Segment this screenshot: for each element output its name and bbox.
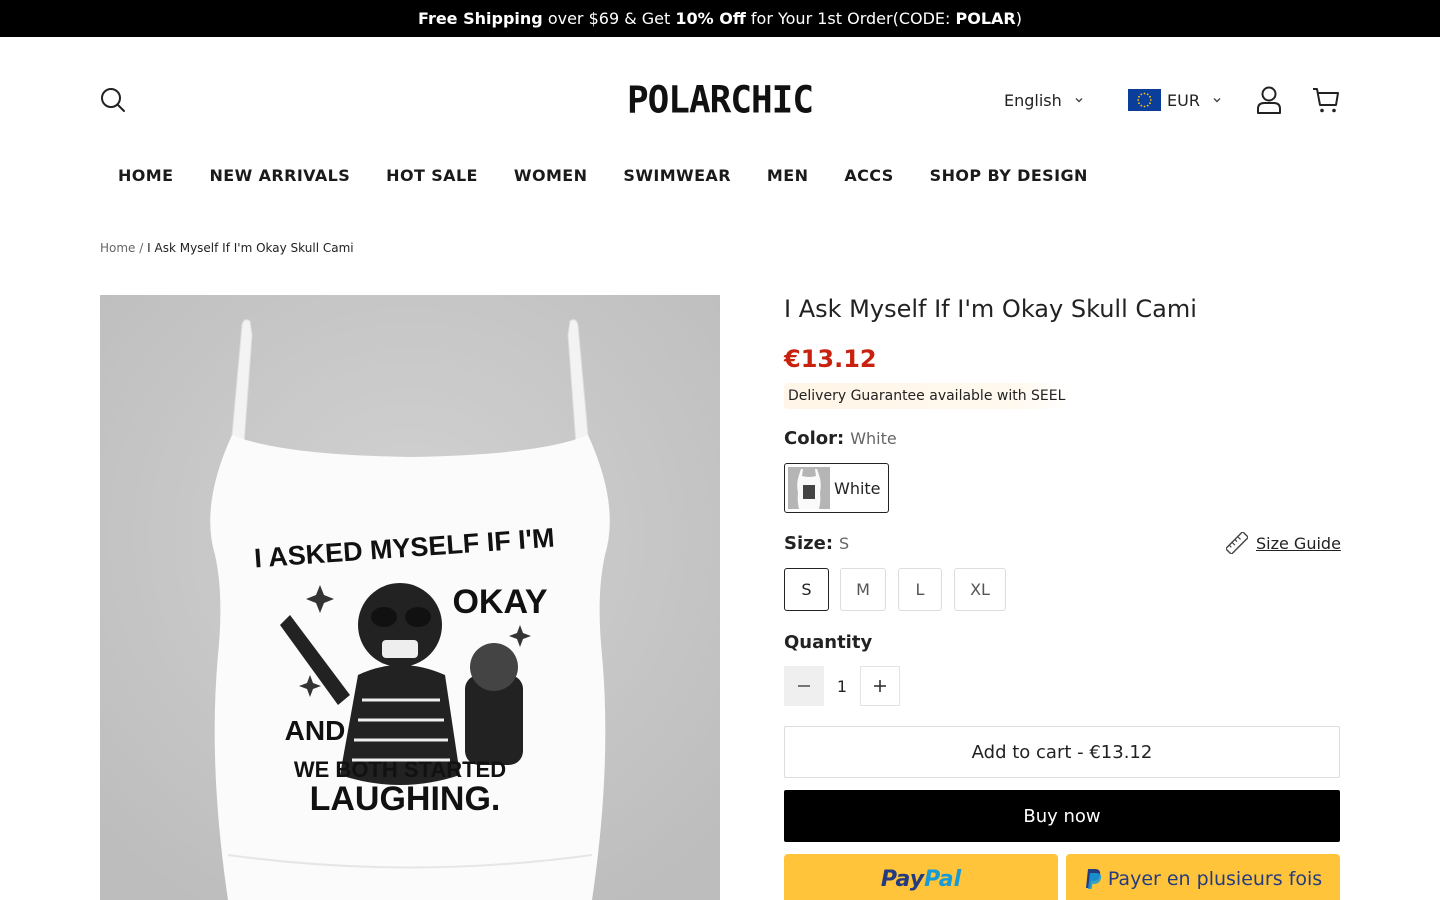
paypal-logo: PayPal xyxy=(881,867,961,892)
logo[interactable]: POLARCHIC xyxy=(620,78,820,122)
announcement-code: POLAR xyxy=(955,9,1016,28)
color-option-label: Color: White xyxy=(784,428,897,449)
cart-icon[interactable] xyxy=(1312,86,1340,114)
language-label: English xyxy=(1004,90,1062,110)
nav-item-men[interactable]: MEN xyxy=(749,166,826,192)
size-guide-link[interactable]: Size Guide xyxy=(1226,532,1341,554)
size-option-s[interactable]: S xyxy=(784,568,829,611)
paypal-pay-later-label: Payer en plusieurs fois xyxy=(1107,868,1323,890)
product-price: €13.12 xyxy=(784,345,877,373)
quantity-input[interactable]: 1 xyxy=(824,666,860,706)
quantity-label: Quantity xyxy=(784,632,873,653)
print-text-line5: LAUGHING. xyxy=(310,780,501,818)
add-to-cart-button[interactable]: Add to cart - €13.12 xyxy=(784,726,1340,778)
currency-label: EUR xyxy=(1167,90,1200,110)
nav-item-hot-sale[interactable]: HOT SALE xyxy=(368,166,496,192)
paypal-logo-pal: Pal xyxy=(924,866,962,892)
language-selector[interactable]: English xyxy=(1004,88,1084,112)
paypal-pay-later-button[interactable]: Payer en plusieurs fois xyxy=(1066,854,1340,900)
search-icon[interactable] xyxy=(100,87,126,113)
announcement-bar: Free Shipping over $69 & Get 10% Off for… xyxy=(0,0,1440,37)
announcement-discount: 10% Off xyxy=(675,9,746,28)
plus-icon xyxy=(874,680,886,692)
chevron-down-icon xyxy=(1075,98,1083,103)
buy-now-button[interactable]: Buy now xyxy=(784,790,1340,842)
announcement-free-shipping: Free Shipping xyxy=(418,9,543,28)
size-option-xl[interactable]: XL xyxy=(954,568,1006,611)
account-icon[interactable] xyxy=(1256,86,1282,114)
minus-icon xyxy=(798,685,810,687)
size-selected-value: S xyxy=(839,534,850,553)
nav-item-shop-by-design[interactable]: SHOP BY DESIGN xyxy=(912,166,1106,192)
nav-item-new-arrivals[interactable]: NEW ARRIVALS xyxy=(191,166,368,192)
ruler-icon xyxy=(1226,532,1248,554)
print-text-line3: AND xyxy=(285,715,346,746)
seel-delivery-guarantee[interactable]: Delivery Guarantee available with SEEL xyxy=(784,383,1070,409)
nav-item-home[interactable]: HOME xyxy=(100,166,191,192)
breadcrumb-current: I Ask Myself If I'm Okay Skull Cami xyxy=(147,241,354,255)
size-option-m[interactable]: M xyxy=(840,568,886,611)
announcement-text: over $69 & Get xyxy=(542,9,676,28)
size-guide-label: Size Guide xyxy=(1256,533,1341,553)
chevron-down-icon xyxy=(1213,98,1221,103)
main-nav: HOME NEW ARRIVALS HOT SALE WOMEN SWIMWEA… xyxy=(100,166,1106,192)
breadcrumb: Home / I Ask Myself If I'm Okay Skull Ca… xyxy=(100,241,354,255)
announcement-text-2: for Your 1st Order(CODE: xyxy=(745,9,956,28)
print-text-line4: WE BOTH STARTED xyxy=(294,757,506,782)
quantity-decrease-button[interactable] xyxy=(784,666,824,706)
nav-item-accs[interactable]: ACCS xyxy=(826,166,911,192)
size-option-label: Size: S xyxy=(784,533,849,554)
size-label: Size: xyxy=(784,533,834,554)
currency-selector[interactable]: EUR xyxy=(1128,88,1222,112)
color-selected-value: White xyxy=(850,429,897,448)
breadcrumb-separator: / xyxy=(139,241,144,255)
paypal-icon xyxy=(1085,869,1101,889)
paypal-logo-pay: Pay xyxy=(880,866,925,892)
nav-item-swimwear[interactable]: SWIMWEAR xyxy=(605,166,749,192)
breadcrumb-home[interactable]: Home xyxy=(100,241,135,255)
quantity-increase-button[interactable] xyxy=(860,666,900,706)
logo-text: POLARCHIC xyxy=(626,78,814,122)
announcement-text-3: ) xyxy=(1015,9,1022,28)
product-title: I Ask Myself If I'm Okay Skull Cami xyxy=(784,295,1197,323)
eu-flag-icon xyxy=(1128,89,1161,111)
nav-item-women[interactable]: WOMEN xyxy=(496,166,606,192)
size-option-l[interactable]: L xyxy=(898,568,942,611)
color-swatch-label: White xyxy=(834,478,881,498)
print-text-line2: OKAY xyxy=(452,583,547,621)
color-swatch-white[interactable]: White xyxy=(784,463,889,513)
paypal-button[interactable]: PayPal xyxy=(784,854,1058,900)
product-image[interactable]: I ASKED MYSELF IF I'M OKAY AND WE BOTH S… xyxy=(100,295,720,900)
color-swatch-thumbnail xyxy=(788,467,830,509)
color-label: Color: xyxy=(784,428,845,449)
